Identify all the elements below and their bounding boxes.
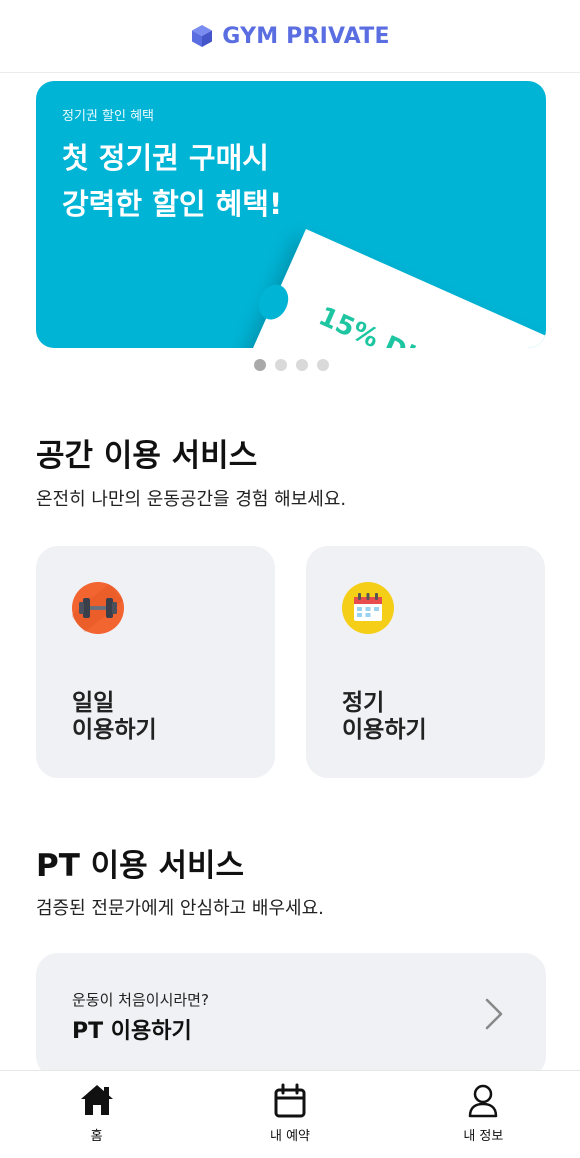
brand[interactable]: GYM PRIVATE	[190, 23, 390, 49]
daily-use-label-line1: 일일	[72, 690, 115, 716]
ticket-notch	[253, 279, 294, 325]
pt-card-title: PT 이용하기	[72, 1019, 192, 1044]
tab-my-info[interactable]: 내 정보	[387, 1071, 580, 1158]
ticket-text: 15% DISCOUNT	[314, 302, 530, 348]
pager-dot[interactable]	[275, 359, 287, 371]
banner-pager	[254, 359, 329, 371]
daily-use-card[interactable]: 일일 이용하기	[36, 546, 275, 778]
tab-home[interactable]: 홈	[0, 1071, 193, 1158]
banner-title-line1: 첫 정기권 구매시	[62, 141, 269, 175]
daily-use-label: 일일 이용하기	[72, 690, 157, 744]
banner-kicker: 정기권 할인 혜택	[62, 109, 154, 124]
space-service-subtitle: 온전히 나만의 운동공간을 경험 해보세요.	[36, 489, 347, 510]
tab-my-info-label: 내 정보	[463, 1129, 504, 1144]
bottom-tab-bar: 홈 내 예약 내 정보	[0, 1070, 580, 1158]
tab-my-reservations-label: 내 예약	[269, 1129, 310, 1144]
regular-use-label-line1: 정기	[342, 690, 385, 716]
calendar-icon	[342, 582, 394, 634]
promo-banner[interactable]: 정기권 할인 혜택 첫 정기권 구매시 강력한 할인 혜택! 15% DISCO…	[36, 81, 546, 348]
space-service-title: 공간 이용 서비스	[36, 438, 258, 474]
chevron-right-icon	[485, 998, 503, 1030]
dumbbell-icon	[72, 582, 124, 634]
discount-ticket: 15% DISCOUNT	[240, 229, 546, 348]
regular-use-label-line2: 이용하기	[342, 717, 427, 743]
user-icon	[469, 1084, 498, 1118]
pager-dot[interactable]	[254, 359, 266, 371]
pt-service-title: PT 이용 서비스	[36, 848, 245, 884]
brand-name: GYM PRIVATE	[222, 23, 390, 49]
cube-icon	[192, 25, 213, 47]
pager-dot[interactable]	[317, 359, 329, 371]
tab-home-label: 홈	[90, 1129, 103, 1144]
pt-use-card[interactable]: 운동이 처음이시라면? PT 이용하기	[36, 953, 546, 1078]
tab-my-reservations[interactable]: 내 예약	[193, 1071, 386, 1158]
pt-card-caption: 운동이 처음이시라면?	[72, 991, 209, 1009]
daily-use-label-line2: 이용하기	[72, 717, 157, 743]
pager-dot[interactable]	[296, 359, 308, 371]
app-header: GYM PRIVATE	[0, 0, 580, 73]
banner-title: 첫 정기권 구매시 강력한 할인 혜택!	[62, 135, 282, 227]
regular-use-card[interactable]: 정기 이용하기	[306, 546, 545, 778]
pt-service-subtitle: 검증된 전문가에게 안심하고 배우세요.	[36, 898, 324, 919]
home-icon	[80, 1085, 113, 1115]
banner-title-line2: 강력한 할인 혜택!	[62, 187, 283, 221]
regular-use-label: 정기 이용하기	[342, 690, 427, 744]
calendar-icon	[274, 1083, 306, 1118]
